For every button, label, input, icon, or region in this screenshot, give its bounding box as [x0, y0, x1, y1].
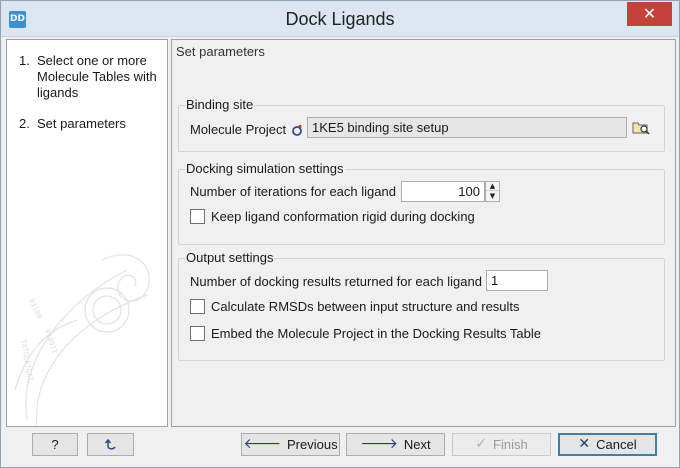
rmsd-checkbox[interactable]: [190, 299, 205, 314]
binding-site-group: Binding site Molecule Project 1KE5 bindi…: [178, 97, 665, 152]
help-label: ?: [51, 437, 59, 452]
arrow-right-icon: 🡒: [360, 436, 398, 452]
cancel-label: Cancel: [596, 437, 637, 452]
wizard-step-1: 1. Select one or more Molecule Tables wi…: [19, 53, 164, 101]
molecule-project-field[interactable]: 1KE5 binding site setup: [307, 117, 627, 138]
svg-text:01100: 01100: [27, 297, 43, 319]
reset-button[interactable]: [87, 433, 134, 456]
close-button[interactable]: ✕: [627, 2, 672, 26]
rigid-conformation-checkbox[interactable]: [190, 209, 205, 224]
embed-project-label: Embed the Molecule Project in the Dockin…: [211, 326, 541, 341]
wizard-step-2: 2. Set parameters: [19, 116, 164, 132]
help-button[interactable]: ?: [32, 433, 78, 456]
checkmark-icon: ✓: [475, 436, 488, 452]
iterations-spinner[interactable]: ▲ ▼: [485, 181, 500, 202]
parameters-pane: Set parameters Binding site Molecule Pro…: [171, 39, 676, 427]
step-label: Set parameters: [37, 116, 126, 131]
molecule-project-icon: [292, 124, 302, 136]
embed-project-option[interactable]: Embed the Molecule Project in the Dockin…: [190, 326, 541, 341]
browse-folder-icon[interactable]: [632, 118, 650, 136]
dock-ligands-dialog: DD Dock Ligands ✕ 1. Select one or more …: [0, 0, 680, 468]
output-settings-group: Output settings Number of docking result…: [178, 250, 665, 361]
window-title: Dock Ligands: [285, 9, 395, 29]
step-number: 2.: [19, 116, 30, 131]
page-heading: Set parameters: [176, 44, 265, 59]
rigid-conformation-option[interactable]: Keep ligand conformation rigid during do…: [190, 209, 475, 224]
results-count-label: Number of docking results returned for e…: [190, 274, 482, 289]
svg-text:TATGCATGAT: TATGCATGAT: [19, 339, 34, 383]
group-title: Binding site: [185, 97, 255, 112]
results-count-input[interactable]: 1: [486, 270, 548, 291]
rigid-conformation-label: Keep ligand conformation rigid during do…: [211, 209, 475, 224]
title-bar[interactable]: DD Dock Ligands ✕: [1, 1, 679, 37]
next-button[interactable]: 🡒 Next: [346, 433, 445, 456]
embed-project-checkbox[interactable]: [190, 326, 205, 341]
cancel-button[interactable]: ✕ Cancel: [558, 433, 657, 456]
iterations-label: Number of iterations for each ligand: [190, 184, 396, 199]
rmsd-label: Calculate RMSDs between input structure …: [211, 299, 520, 314]
finish-button[interactable]: ✓ Finish: [452, 433, 551, 456]
reset-icon: [104, 438, 116, 450]
molecule-project-label: Molecule Project: [190, 122, 287, 137]
next-label: Next: [403, 437, 431, 452]
spin-up-icon[interactable]: ▲: [486, 182, 499, 191]
previous-button[interactable]: 🡐 Previous: [241, 433, 340, 456]
step-label: Select one or more Molecule Tables with …: [37, 53, 157, 100]
spin-down-icon[interactable]: ▼: [486, 192, 499, 201]
group-title: Docking simulation settings: [185, 161, 345, 176]
iterations-input[interactable]: 100: [401, 181, 485, 202]
close-x-icon: ✕: [578, 436, 591, 452]
step-number: 1.: [19, 53, 30, 68]
decorative-swirl-watermark: 01100 TATGCATGAT 010011: [14, 254, 150, 426]
wizard-steps-pane: 1. Select one or more Molecule Tables wi…: [6, 39, 168, 427]
finish-label: Finish: [493, 437, 528, 452]
docking-settings-group: Docking simulation settings Number of it…: [178, 161, 665, 245]
rmsd-option[interactable]: Calculate RMSDs between input structure …: [190, 299, 520, 314]
arrow-left-icon: 🡐: [243, 436, 281, 452]
group-title: Output settings: [185, 250, 275, 265]
previous-label: Previous: [286, 437, 338, 452]
